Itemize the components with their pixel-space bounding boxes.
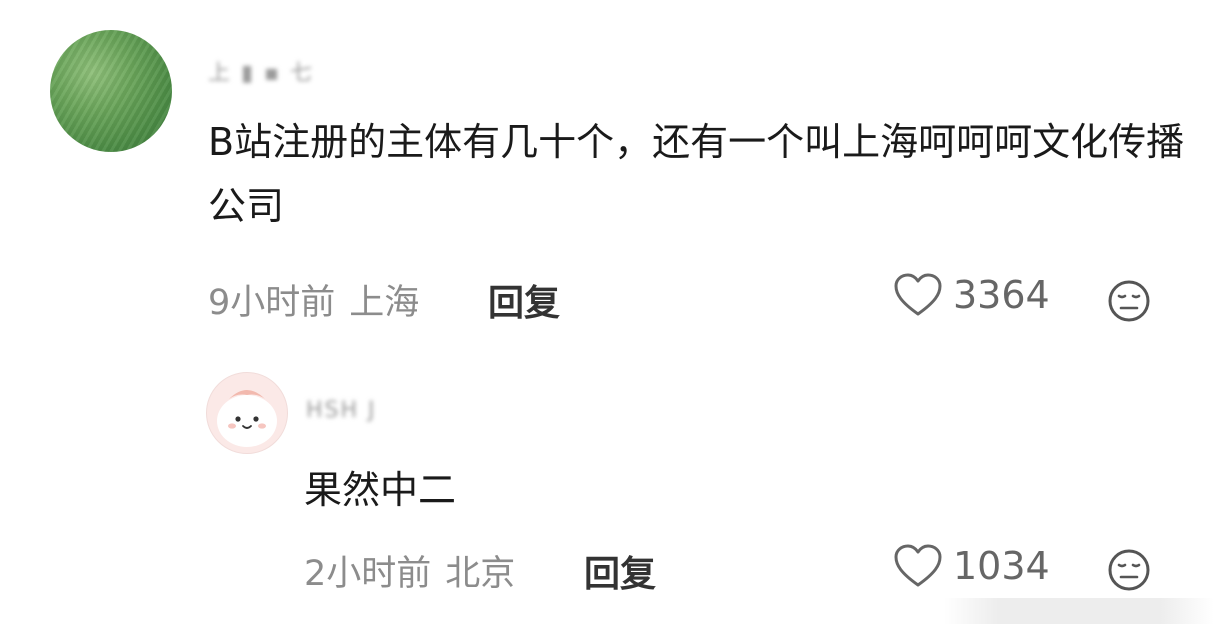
avatar[interactable] (206, 372, 288, 454)
avatar-texture (50, 30, 172, 152)
comment-text: 果然中二 (304, 468, 457, 512)
heart-outline-icon (894, 273, 942, 316)
timestamp: 9小时前 (208, 283, 336, 323)
timestamp: 2小时前 (304, 554, 432, 594)
username[interactable]: HSH J (306, 398, 377, 423)
location: 上海 (349, 283, 420, 323)
like-count: 1034 (953, 544, 1050, 588)
comment-meta: 2小时前 北京 (304, 545, 515, 596)
neutral-face-icon[interactable] (1107, 548, 1151, 592)
watermark-strip (944, 598, 1214, 624)
avatar[interactable] (50, 30, 172, 152)
comment-text: B站注册的主体有几十个，还有一个叫上海呵呵呵文化传播公司 (208, 120, 1185, 228)
like-button[interactable]: 1034 (893, 543, 1050, 589)
location: 北京 (445, 554, 516, 594)
reply-button[interactable]: 回复 (488, 274, 560, 326)
reply-button[interactable]: 回复 (584, 545, 656, 597)
username[interactable]: 上 ▮ ▪ 七 (208, 55, 314, 87)
like-button[interactable]: 3364 (893, 272, 1050, 318)
comment-meta: 9小时前 上海 (208, 274, 419, 325)
cartoon-avatar-icon (217, 390, 277, 447)
like-count: 3364 (953, 273, 1050, 317)
heart-outline-icon (894, 544, 942, 587)
neutral-face-icon[interactable] (1107, 279, 1151, 323)
